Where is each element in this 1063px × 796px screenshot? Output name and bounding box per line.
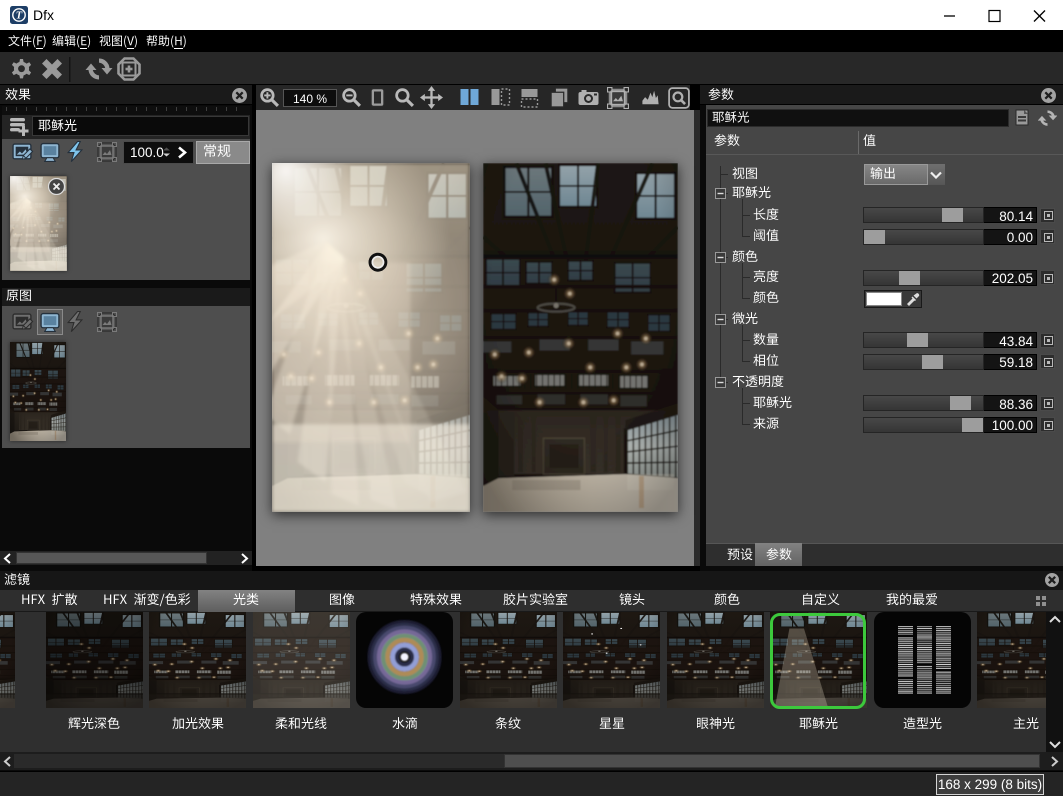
svg-text:T: T [16,11,23,22]
